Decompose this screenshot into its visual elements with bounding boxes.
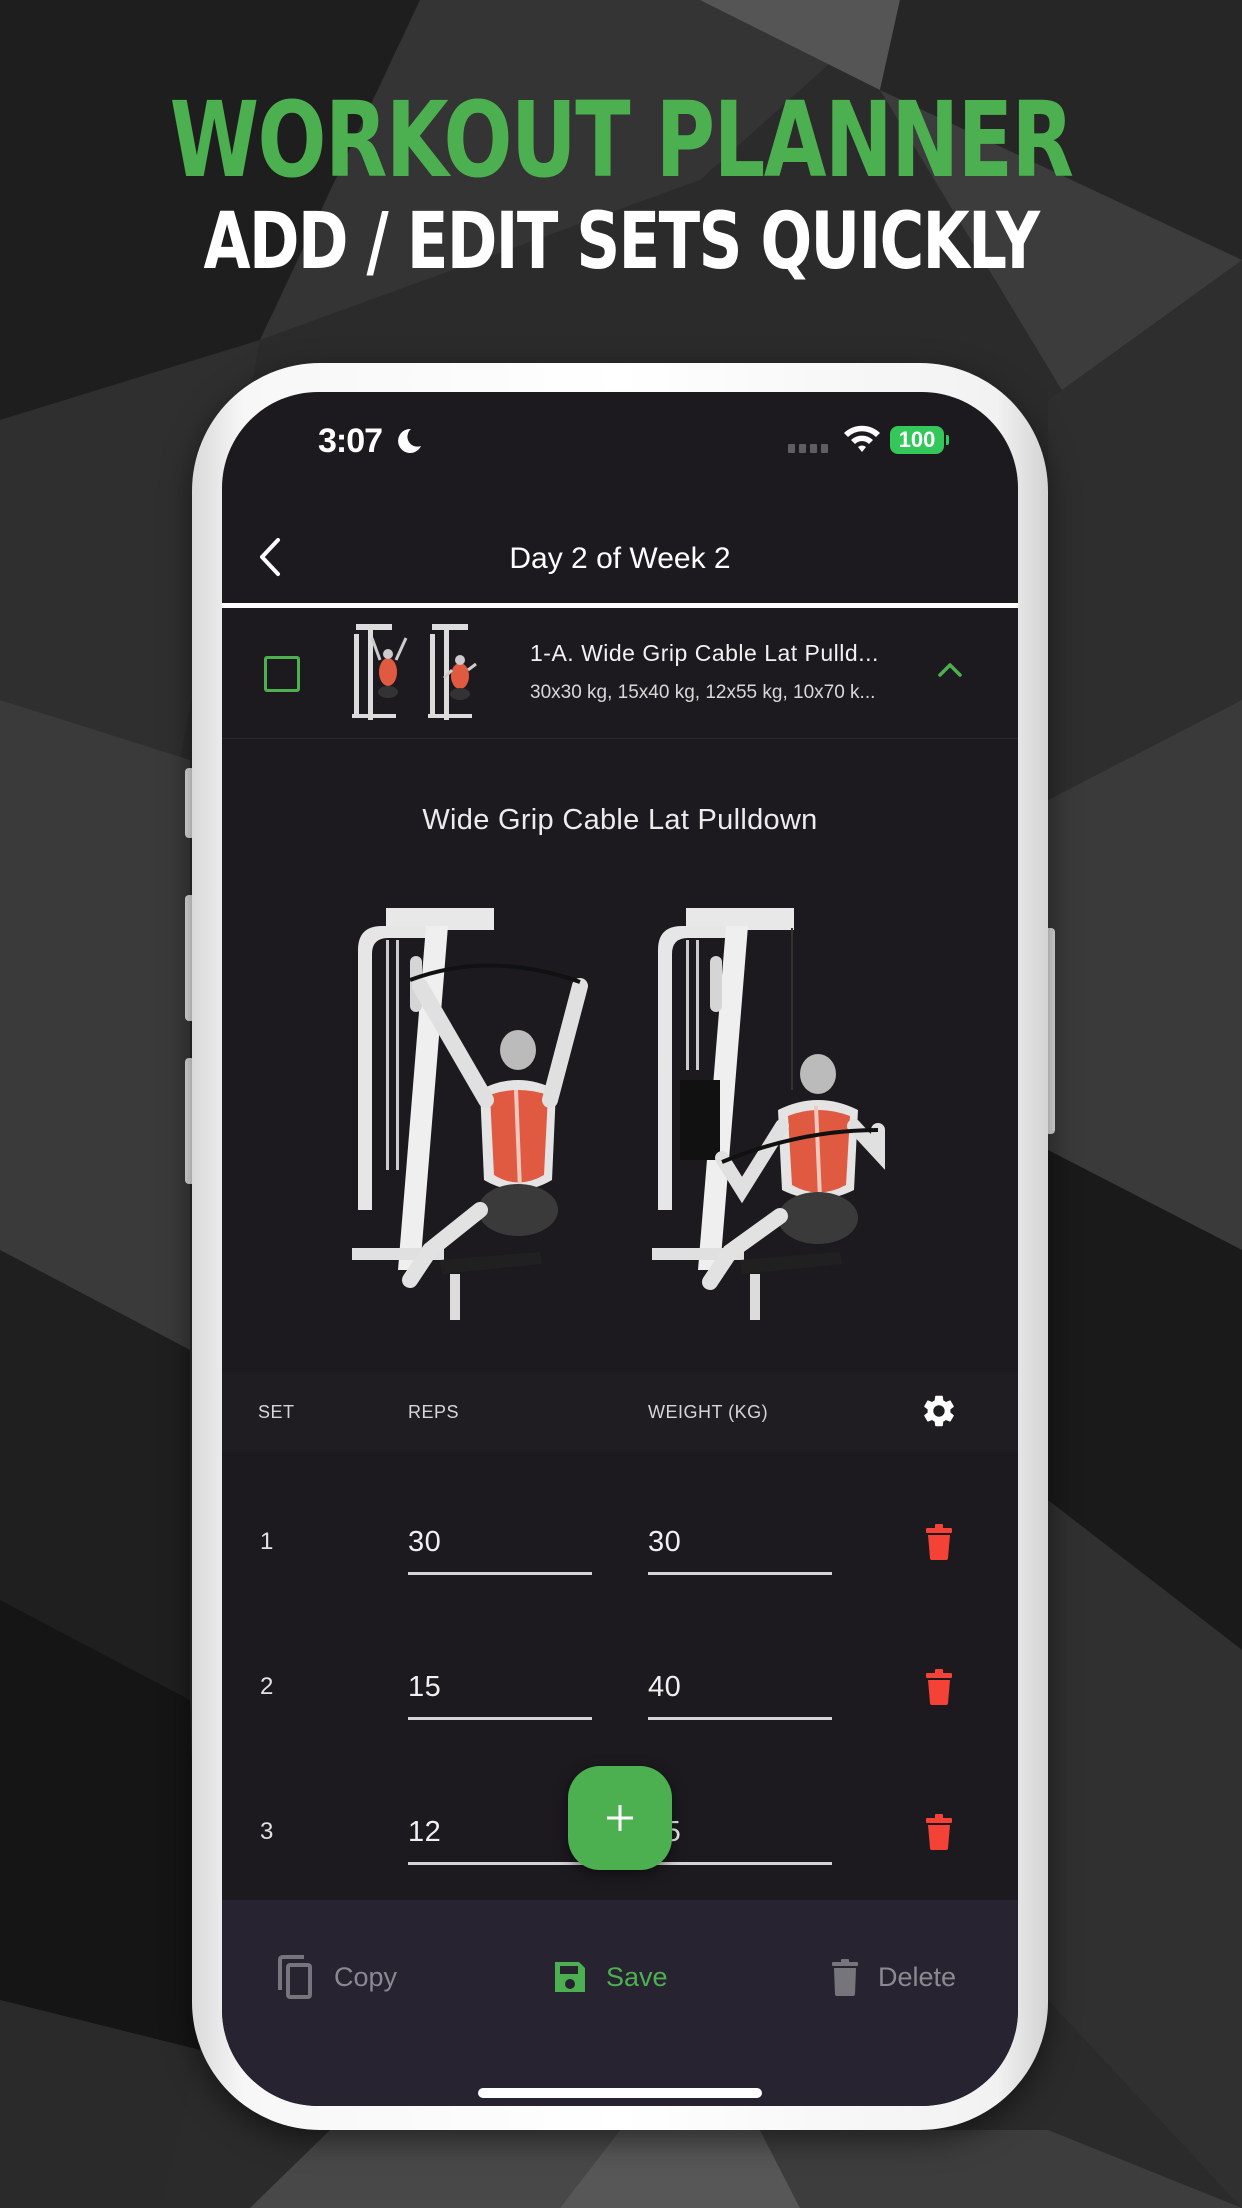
weight-input[interactable] bbox=[648, 1526, 832, 1559]
delete-button[interactable]: Delete bbox=[830, 1952, 956, 2002]
reps-input[interactable] bbox=[408, 1816, 592, 1849]
moon-icon bbox=[398, 428, 421, 453]
weight-input[interactable] bbox=[648, 1816, 832, 1849]
set-number: 2 bbox=[260, 1673, 274, 1700]
delete-label: Delete bbox=[878, 1961, 957, 1992]
trash-icon bbox=[832, 1959, 858, 1996]
exercise-sets-summary: 30x30 kg, 15x40 kg, 12x55 kg, 10x70 k... bbox=[530, 682, 876, 703]
header-set: SET bbox=[258, 1402, 295, 1422]
header-reps: REPS bbox=[408, 1402, 460, 1422]
bottom-action-bar: Copy Save Delete bbox=[222, 1900, 1018, 2106]
trash-icon[interactable] bbox=[924, 1669, 954, 1705]
cellular-signal-icon bbox=[788, 444, 828, 453]
reps-input[interactable] bbox=[408, 1671, 592, 1704]
save-icon bbox=[555, 1962, 585, 1992]
set-row: 2 bbox=[222, 1637, 1018, 1782]
home-indicator[interactable] bbox=[478, 2088, 762, 2098]
exercise-detail-title: Wide Grip Cable Lat Pulldown bbox=[422, 804, 818, 836]
add-set-button[interactable] bbox=[568, 1766, 672, 1870]
trash-icon[interactable] bbox=[924, 1814, 954, 1850]
trash-icon[interactable] bbox=[924, 1524, 954, 1560]
weight-field[interactable] bbox=[648, 1514, 832, 1575]
weight-input[interactable] bbox=[648, 1671, 832, 1704]
wifi-icon bbox=[844, 425, 880, 452]
exercise-complete-checkbox[interactable] bbox=[264, 656, 300, 692]
navigation-bar: Day 2 of Week 2 bbox=[222, 492, 1018, 602]
reps-field[interactable] bbox=[408, 1804, 592, 1865]
set-row: 1 bbox=[222, 1492, 1018, 1637]
reps-field[interactable] bbox=[408, 1659, 592, 1720]
weight-field[interactable] bbox=[648, 1659, 832, 1720]
save-button[interactable]: Save bbox=[552, 1952, 668, 2002]
gear-icon[interactable] bbox=[920, 1392, 958, 1430]
exercise-illustration bbox=[352, 908, 885, 1320]
battery-indicator: 100 bbox=[890, 426, 944, 454]
plus-icon bbox=[607, 1805, 633, 1831]
status-time: 3:07 bbox=[318, 422, 383, 460]
copy-label: Copy bbox=[334, 1961, 398, 1992]
reps-field[interactable] bbox=[408, 1514, 592, 1575]
weight-field[interactable] bbox=[648, 1804, 832, 1865]
save-label: Save bbox=[606, 1961, 668, 1992]
reps-input[interactable] bbox=[408, 1526, 592, 1559]
copy-icon bbox=[278, 1955, 312, 1999]
promo-subheadline: ADD / EDIT SETS QUICKLY bbox=[203, 197, 1041, 287]
set-number: 3 bbox=[260, 1818, 274, 1845]
header-weight: WEIGHT (KG) bbox=[648, 1402, 769, 1422]
sets-table-header: SET REPS WEIGHT (KG) bbox=[222, 1372, 1018, 1452]
exercise-list-item[interactable]: 1-A. Wide Grip Cable Lat Pulld... 30x30 … bbox=[222, 608, 1018, 739]
machine-end-position bbox=[652, 908, 885, 1320]
chevron-up-icon[interactable] bbox=[936, 660, 964, 678]
promo-headline: WORKOUT PLANNER bbox=[169, 79, 1074, 201]
set-number: 1 bbox=[260, 1528, 274, 1555]
exercise-thumbnail bbox=[352, 624, 477, 720]
phone-screen: 3:07 100 Day 2 of Week 2 1-A. Wide Grip … bbox=[222, 392, 1018, 2106]
page-title: Day 2 of Week 2 bbox=[509, 542, 731, 575]
exercise-name: 1-A. Wide Grip Cable Lat Pulld... bbox=[530, 640, 879, 666]
machine-start-position bbox=[352, 908, 588, 1320]
battery-tip bbox=[946, 435, 949, 445]
copy-button[interactable]: Copy bbox=[276, 1952, 397, 2002]
